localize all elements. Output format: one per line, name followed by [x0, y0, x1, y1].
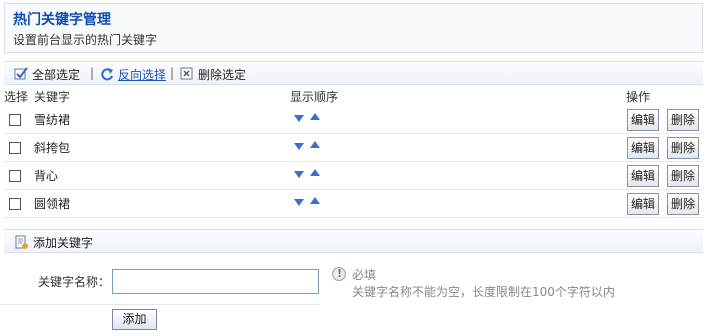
move-up-icon[interactable] [310, 197, 320, 204]
page-subtitle: 设置前台显示的热门关键字 [13, 33, 158, 47]
toolbar-separator: | [90, 66, 95, 80]
row-keyword: 圆领裙 [34, 197, 71, 211]
edit-button[interactable]: 编辑 [627, 109, 659, 131]
column-keyword: 关键字 [34, 90, 71, 104]
invert-selection-icon [101, 68, 113, 81]
row-checkbox[interactable] [9, 142, 21, 154]
delete-button[interactable]: 删除 [667, 137, 699, 159]
add-keyword-title: 添加关键字 [33, 236, 94, 250]
row-checkbox[interactable] [9, 114, 21, 126]
column-select: 选择 [4, 90, 29, 104]
row-keyword: 斜挎包 [34, 141, 71, 155]
select-all-label: 全部选定 [32, 67, 81, 82]
row-checkbox[interactable] [9, 198, 21, 210]
select-all-button[interactable]: 全部选定 [14, 65, 80, 83]
table-row: 雪纺裙 编辑 删除 [4, 106, 703, 134]
invert-selection-label: 反向选择 [118, 67, 167, 82]
delete-selected-button[interactable]: 删除选定 [180, 65, 246, 83]
order-controls [294, 197, 320, 206]
keyword-length-hint: 关键字名称不能为空，长度限制在100个字符以内 [352, 285, 615, 299]
add-keyword-button[interactable]: 添加 [112, 309, 157, 330]
order-controls [294, 141, 320, 150]
move-up-icon[interactable] [310, 113, 320, 120]
select-all-icon [14, 67, 28, 80]
move-down-icon[interactable] [294, 143, 304, 150]
field-divider [0, 304, 320, 305]
move-down-icon[interactable] [294, 115, 304, 122]
move-down-icon[interactable] [294, 171, 304, 178]
info-icon [332, 267, 346, 281]
keyword-name-input[interactable] [112, 269, 319, 294]
row-keyword: 雪纺裙 [34, 113, 71, 127]
order-controls [294, 113, 320, 122]
page-title: 热门关键字管理 [13, 12, 111, 28]
required-hint: 必填 [352, 268, 377, 282]
row-checkbox[interactable] [9, 170, 21, 182]
column-order: 显示顺序 [290, 90, 339, 104]
column-actions: 操作 [626, 90, 651, 104]
invert-selection-button[interactable]: 反向选择 [100, 65, 166, 83]
edit-button[interactable]: 编辑 [627, 137, 659, 159]
page-header: 热门关键字管理 设置前台显示的热门关键字 [4, 3, 703, 53]
delete-icon [180, 67, 193, 80]
table-row: 斜挎包 编辑 删除 [4, 134, 703, 162]
move-up-icon[interactable] [310, 169, 320, 176]
selection-toolbar: 全部选定 | 反向选择 | 删除选定 [4, 61, 703, 85]
row-keyword: 背心 [34, 169, 59, 183]
add-keyword-section-header: 添加关键字 [4, 229, 703, 253]
delete-selected-label: 删除选定 [198, 67, 247, 82]
edit-button[interactable]: 编辑 [627, 165, 659, 187]
keyword-name-label: 关键字名称： [38, 275, 111, 289]
order-controls [294, 169, 320, 178]
edit-button[interactable]: 编辑 [627, 193, 659, 215]
toolbar-separator: | [170, 66, 175, 80]
table-row: 背心 编辑 删除 [4, 162, 703, 190]
table-row: 圆领裙 编辑 删除 [4, 190, 703, 218]
delete-button[interactable]: 删除 [667, 193, 699, 215]
delete-button[interactable]: 删除 [667, 109, 699, 131]
move-up-icon[interactable] [310, 141, 320, 148]
move-down-icon[interactable] [294, 199, 304, 206]
add-document-icon [15, 235, 28, 249]
table-header: 选择 关键字 显示顺序 操作 [4, 88, 703, 106]
delete-button[interactable]: 删除 [667, 165, 699, 187]
